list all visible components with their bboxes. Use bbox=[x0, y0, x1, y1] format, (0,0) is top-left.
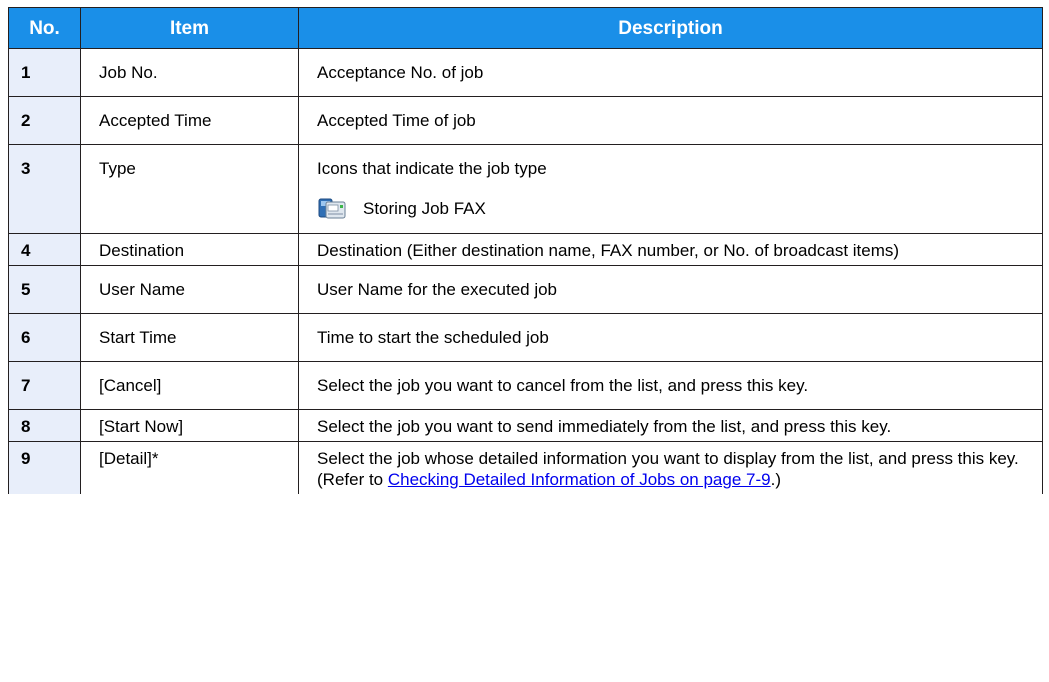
table-row: 5 User Name User Name for the executed j… bbox=[8, 265, 1043, 314]
row-number: 4 bbox=[8, 233, 81, 266]
row-number: 6 bbox=[8, 313, 81, 362]
row-number: 3 bbox=[8, 144, 81, 234]
row-description: Accepted Time of job bbox=[298, 96, 1043, 145]
row-item: Type bbox=[80, 144, 299, 234]
row-description: Destination (Either destination name, FA… bbox=[298, 233, 1043, 266]
row-description: Select the job you want to cancel from t… bbox=[298, 361, 1043, 410]
row-number: 8 bbox=[8, 409, 81, 442]
row-item: User Name bbox=[80, 265, 299, 314]
row-description-with-icon: Icons that indicate the job type Storing… bbox=[298, 144, 1043, 234]
row-item: [Cancel] bbox=[80, 361, 299, 410]
cross-reference-link[interactable]: Checking Detailed Information of Jobs on… bbox=[388, 470, 771, 489]
row-description: Select the job you want to send immediat… bbox=[298, 409, 1043, 442]
row-number: 2 bbox=[8, 96, 81, 145]
header-item: Item bbox=[80, 7, 299, 49]
row-item: [Start Now] bbox=[80, 409, 299, 442]
table-row: 3 Type Icons that indicate the job type … bbox=[8, 144, 1043, 234]
row-item: Start Time bbox=[80, 313, 299, 362]
table-row: 4 Destination Destination (Either destin… bbox=[8, 233, 1043, 266]
table-row: 9 [Detail]* Select the job whose detaile… bbox=[8, 441, 1043, 494]
table-row: 7 [Cancel] Select the job you want to ca… bbox=[8, 361, 1043, 410]
header-description: Description bbox=[298, 7, 1043, 49]
header-no: No. bbox=[8, 7, 81, 49]
table-row: 8 [Start Now] Select the job you want to… bbox=[8, 409, 1043, 442]
icon-legend-label: Storing Job FAX bbox=[363, 198, 486, 218]
row-item: Destination bbox=[80, 233, 299, 266]
row-description: Acceptance No. of job bbox=[298, 48, 1043, 97]
row-item: Job No. bbox=[80, 48, 299, 97]
row-description: User Name for the executed job bbox=[298, 265, 1043, 314]
icon-legend: Storing Job FAX bbox=[317, 196, 1032, 220]
fax-job-icon bbox=[318, 198, 346, 219]
row-number: 1 bbox=[8, 48, 81, 97]
row-description-with-link: Select the job whose detailed informatio… bbox=[298, 441, 1043, 494]
row-item: Accepted Time bbox=[80, 96, 299, 145]
row-description: Time to start the scheduled job bbox=[298, 313, 1043, 362]
description-suffix: .) bbox=[770, 470, 781, 489]
row-item: [Detail]* bbox=[80, 441, 299, 494]
row-number: 7 bbox=[8, 361, 81, 410]
job-info-table: No. Item Description 1 Job No. Acceptanc… bbox=[8, 7, 1043, 494]
table-row: 6 Start Time Time to start the scheduled… bbox=[8, 313, 1043, 362]
row-number: 9 bbox=[8, 441, 81, 494]
table-row: 2 Accepted Time Accepted Time of job bbox=[8, 96, 1043, 145]
table-row: 1 Job No. Acceptance No. of job bbox=[8, 48, 1043, 97]
table-header-row: No. Item Description bbox=[8, 7, 1043, 49]
row-number: 5 bbox=[8, 265, 81, 314]
row-description-text: Icons that indicate the job type bbox=[317, 159, 547, 178]
